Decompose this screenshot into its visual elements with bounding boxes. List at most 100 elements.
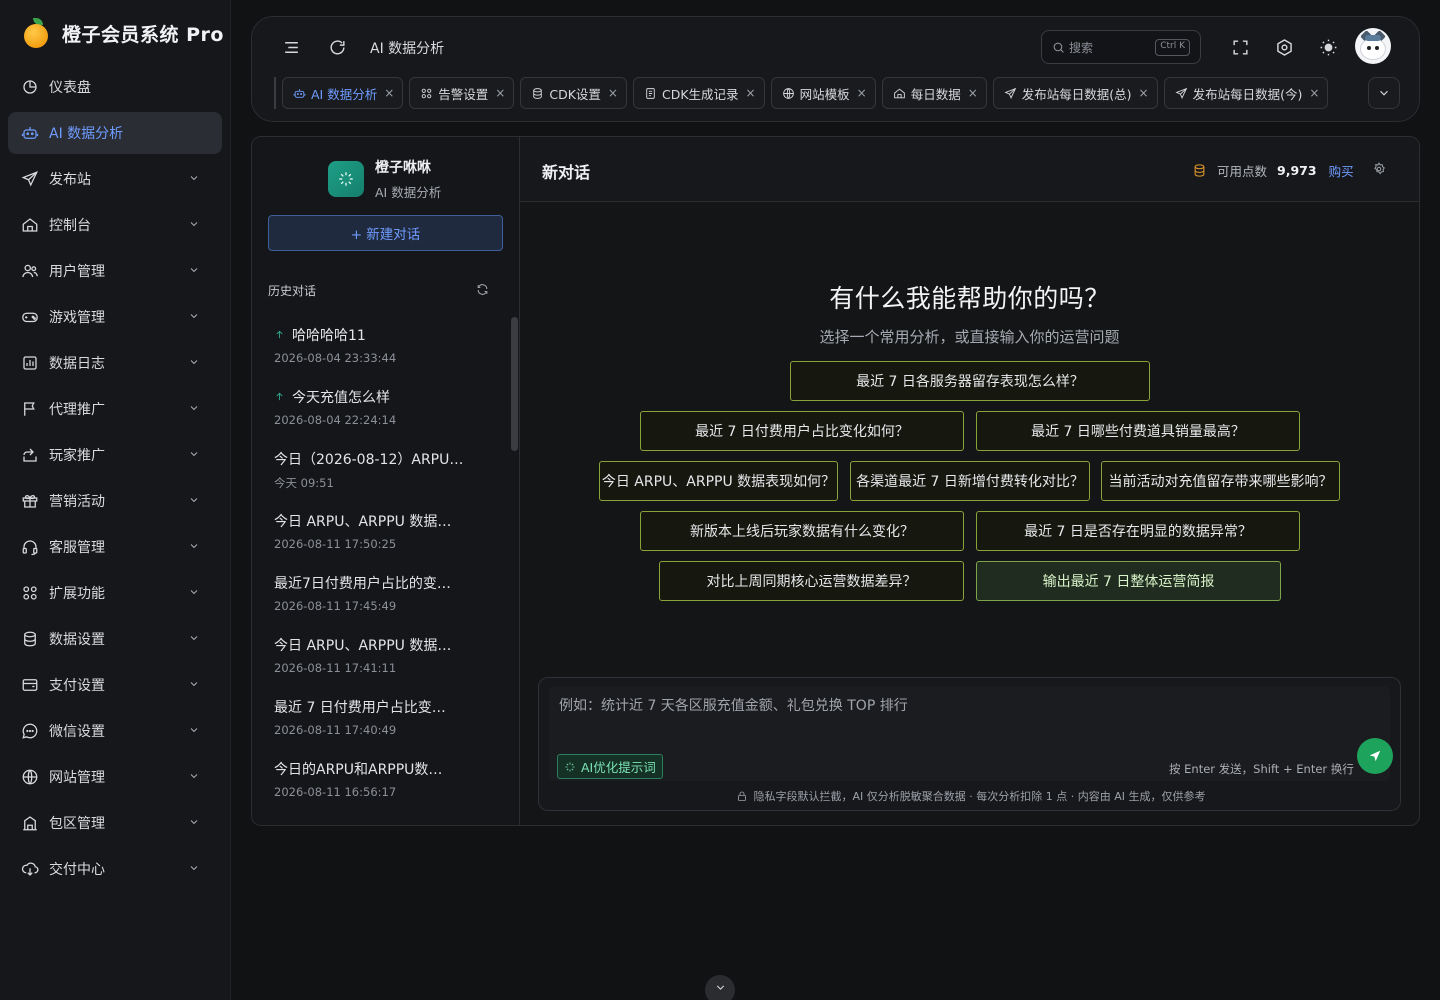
search-placeholder: 搜索 — [1069, 40, 1094, 55]
database-icon — [21, 630, 39, 648]
apps-icon — [21, 584, 39, 602]
sidebar-item-3[interactable]: 控制台 — [8, 204, 222, 246]
home-icon — [21, 216, 39, 234]
history-title: 今日 ARPU、ARPPU 数据… — [274, 514, 452, 530]
theme-sun-icon[interactable] — [1317, 36, 1339, 58]
history-item[interactable]: 今日的ARPU和ARPPU数… 2026-08-11 16:56:17 — [252, 749, 508, 811]
sidebar-item-14[interactable]: 微信设置 — [8, 710, 222, 752]
sidebar-item-label: 扩展功能 — [49, 586, 105, 602]
history-scrollbar[interactable] — [511, 317, 518, 451]
tab-label: 发布站每日数据(今) — [1192, 86, 1303, 102]
sidebar-item-5[interactable]: 游戏管理 — [8, 296, 222, 338]
search-shortcut: Ctrl K — [1155, 39, 1190, 56]
suggestion-chip[interactable]: 输出最近 7 日整体运营简报 — [976, 561, 1281, 601]
history-refresh-icon[interactable] — [476, 283, 490, 297]
history-item[interactable]: 今天充值怎么样 2026-08-04 22:24:14 — [252, 377, 508, 439]
user-avatar[interactable] — [1355, 28, 1391, 64]
chevron-down-icon — [1380, 90, 1388, 96]
conversation-sidebar: 橙子咻咻 AI 数据分析 + 新建对话 历史对话 哈哈哈哈11 2026-08-0… — [252, 137, 520, 825]
suggestion-chip[interactable]: 新版本上线后玩家数据有什么变化？ — [640, 511, 964, 551]
history-date: 2026-08-11 17:40:49 — [274, 723, 397, 737]
send-icon — [21, 170, 39, 188]
sidebar-item-11[interactable]: 扩展功能 — [8, 572, 222, 614]
history-item[interactable]: 最近 7 日付费用户占比变… 2026-08-11 17:40:49 — [252, 687, 508, 749]
brand[interactable]: 橙子会员系统 Pro — [22, 18, 224, 48]
sidebar-item-17[interactable]: 交付中心 — [8, 848, 222, 890]
history-item[interactable]: 哈哈哈哈11 2026-08-04 23:33:44 — [252, 315, 508, 377]
tab-close-icon[interactable]: × — [746, 86, 756, 100]
tab-4[interactable]: 网站模板 × — [770, 77, 876, 109]
buy-credits-link[interactable]: 购买 — [1329, 161, 1354, 180]
app-title: 橙子会员系统 Pro — [62, 23, 224, 46]
assistant-name: 橙子咻咻 — [375, 160, 431, 176]
tab-close-icon[interactable]: × — [968, 86, 978, 100]
sidebar-item-label: 微信设置 — [49, 724, 105, 740]
tab-7[interactable]: 发布站每日数据(今) × — [1163, 77, 1329, 109]
history-item[interactable]: 今日（2026-08-12）ARPU… 今天 09:51 — [252, 439, 508, 501]
settings-hex-icon[interactable] — [1273, 36, 1295, 58]
history-title: 哈哈哈哈11 — [292, 328, 366, 344]
sidebar-item-2[interactable]: 发布站 — [8, 158, 222, 200]
suggestion-chip[interactable]: 对比上周同期核心运营数据差异？ — [659, 561, 964, 601]
tabs-more-button[interactable] — [1368, 77, 1400, 109]
tab-close-icon[interactable]: × — [857, 86, 867, 100]
sidebar-item-12[interactable]: 数据设置 — [8, 618, 222, 660]
send-button[interactable] — [1357, 738, 1393, 774]
fullscreen-icon[interactable] — [1229, 36, 1251, 58]
suggestion-chip[interactable]: 最近 7 日付费用户占比变化如何？ — [640, 411, 964, 451]
tab-close-icon[interactable]: × — [1309, 86, 1319, 100]
sidebar-item-label: 交付中心 — [49, 862, 105, 878]
tab-6[interactable]: 发布站每日数据(总) × — [992, 77, 1158, 109]
sidebar-item-label: 支付设置 — [49, 678, 105, 694]
sidebar-item-13[interactable]: 支付设置 — [8, 664, 222, 706]
sidebar-item-1[interactable]: AI 数据分析 — [8, 112, 222, 154]
tab-close-icon[interactable]: × — [1139, 86, 1149, 100]
tab-close-icon[interactable]: × — [608, 86, 618, 100]
suggestion-chip[interactable]: 今日 ARPU、ARPPU 数据表现如何？ — [599, 461, 838, 501]
suggestion-chip[interactable]: 最近 7 日哪些付费道具销量最高？ — [976, 411, 1300, 451]
chat-settings-gear-icon[interactable] — [1372, 162, 1386, 176]
tab-close-icon[interactable]: × — [495, 86, 505, 100]
tab-2[interactable]: CDK设置 × — [520, 77, 627, 109]
sidebar-item-9[interactable]: 营销活动 — [8, 480, 222, 522]
search-input[interactable]: 搜索 Ctrl K — [1041, 30, 1201, 64]
credits-display: 可用点数 9,973 购买 — [1192, 161, 1354, 180]
history-item[interactable]: 最近7日付费用户占比的变… 2026-08-11 17:45:49 — [252, 563, 508, 625]
ai-optimize-prompt-button[interactable]: AI优化提示词 — [557, 754, 663, 779]
tab-label: 每日数据 — [910, 86, 961, 102]
collapse-handle[interactable] — [705, 975, 735, 1000]
sidebar-item-7[interactable]: 代理推广 — [8, 388, 222, 430]
assistant-spark-icon — [328, 161, 364, 197]
sidebar-item-10[interactable]: 客服管理 — [8, 526, 222, 568]
suggestion-chip[interactable]: 最近 7 日各服务器留存表现怎么样？ — [790, 361, 1150, 401]
new-chat-button[interactable]: + 新建对话 — [268, 215, 503, 251]
suggestion-chip[interactable]: 当前活动对充值留存带来哪些影响？ — [1101, 461, 1340, 501]
sidebar-item-15[interactable]: 网站管理 — [8, 756, 222, 798]
chevron-down-icon — [188, 218, 202, 232]
sidebar-item-16[interactable]: 包区管理 — [8, 802, 222, 844]
sidebar-item-label: 包区管理 — [49, 816, 105, 832]
history-item[interactable]: 今日 ARPU、ARPPU 数据… 2026-08-11 17:41:11 — [252, 625, 508, 687]
robot-icon — [293, 87, 311, 100]
send-icon — [1004, 87, 1022, 100]
tab-0[interactable]: AI 数据分析 × — [282, 77, 404, 109]
chevron-down-icon — [188, 540, 202, 554]
sidebar-item-0[interactable]: 仪表盘 — [8, 66, 222, 108]
tab-1[interactable]: 告警设置 × — [409, 77, 515, 109]
tab-5[interactable]: 每日数据 × — [881, 77, 987, 109]
chevron-down-icon — [188, 862, 202, 876]
pinned-arrow-icon — [274, 391, 286, 403]
chat-input[interactable] — [559, 686, 1359, 726]
sidebar-item-8[interactable]: 玩家推广 — [8, 434, 222, 476]
sidebar-nav: 仪表盘 AI 数据分析 发布站 控制台 用户管理 游戏管理 数据日志 代理推广 玩家推广营销活动… — [8, 66, 222, 894]
suggestion-chip[interactable]: 最近 7 日是否存在明显的数据异常？ — [976, 511, 1300, 551]
sidebar-item-label: 营销活动 — [49, 494, 105, 510]
sidebar-item-6[interactable]: 数据日志 — [8, 342, 222, 384]
suggestion-chip[interactable]: 各渠道最近 7 日新增付费转化对比？ — [850, 461, 1090, 501]
tab-close-icon[interactable]: × — [384, 86, 394, 100]
sidebar-item-4[interactable]: 用户管理 — [8, 250, 222, 292]
menu-toggle-icon[interactable] — [280, 36, 302, 58]
tab-3[interactable]: CDK生成记录 × — [632, 77, 765, 109]
refresh-icon[interactable] — [326, 36, 348, 58]
history-item[interactable]: 今日 ARPU、ARPPU 数据… 2026-08-11 17:50:25 — [252, 501, 508, 563]
